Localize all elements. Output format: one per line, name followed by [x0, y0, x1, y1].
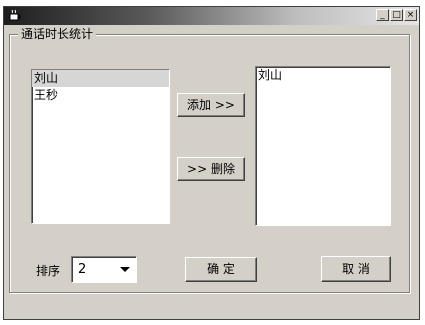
sort-value: 2: [78, 262, 87, 277]
minimize-button[interactable]: _: [376, 9, 389, 21]
cancel-button[interactable]: 取 消: [321, 256, 391, 282]
maximize-button[interactable]: □: [390, 9, 403, 21]
close-button[interactable]: ×: [404, 9, 417, 21]
sort-combobox[interactable]: 2: [71, 256, 137, 283]
group-title: 通话时长统计: [18, 27, 97, 41]
ok-button[interactable]: 确 定: [185, 257, 257, 282]
target-list[interactable]: 刘山: [255, 66, 391, 226]
java-cup-icon: [9, 9, 21, 21]
source-list[interactable]: 刘山 王秒: [31, 69, 170, 224]
source-list-item[interactable]: 刘山: [32, 70, 169, 87]
add-button[interactable]: 添加 >>: [177, 93, 245, 117]
remove-button[interactable]: >> 删除: [177, 157, 245, 181]
sort-label: 排序: [36, 264, 61, 278]
dropdown-arrow-icon[interactable]: [120, 267, 130, 272]
source-list-item[interactable]: 王秒: [32, 87, 169, 104]
target-list-item[interactable]: 刘山: [256, 67, 390, 84]
title-bar[interactable]: _ □ ×: [4, 7, 419, 25]
